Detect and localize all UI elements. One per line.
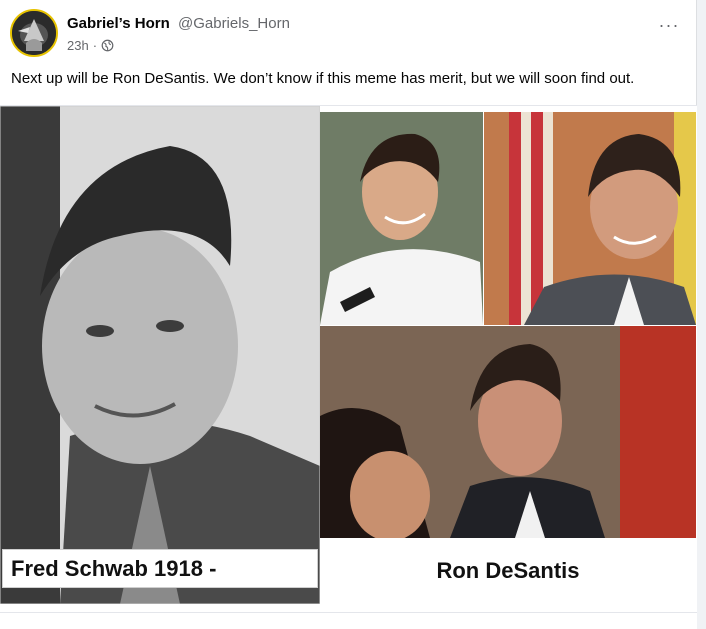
caption-right: Ron DeSantis xyxy=(320,538,696,604)
post-media[interactable]: Fred Schwab 1918 - Ron DeSantis xyxy=(0,105,697,613)
meta-separator: · xyxy=(92,38,98,53)
uniform-photo-art xyxy=(320,112,483,325)
profile-photo-art xyxy=(320,326,696,538)
caption-left: Fred Schwab 1918 - xyxy=(2,549,318,588)
left-portrait-photo xyxy=(0,106,320,604)
more-options-button[interactable]: ··· xyxy=(654,12,684,38)
avatar-statue-image xyxy=(12,11,56,55)
author-line: Gabriel’s Horn @Gabriels_Horn xyxy=(67,15,290,32)
post-text: Next up will be Ron DeSantis. We don’t k… xyxy=(11,70,635,87)
card-bottom-edge xyxy=(0,612,697,629)
author-name[interactable]: Gabriel’s Horn xyxy=(67,15,170,32)
left-portrait-art xyxy=(0,106,320,604)
uniform-photo xyxy=(320,112,483,325)
suit-flag-photo xyxy=(484,112,696,325)
post-meta: 23h · xyxy=(67,38,114,53)
author-avatar[interactable] xyxy=(10,9,58,57)
post-card: Gabriel’s Horn @Gabriels_Horn 23h · ··· … xyxy=(0,0,697,629)
profile-photo xyxy=(320,326,696,538)
post-timestamp[interactable]: 23h xyxy=(67,38,89,53)
author-handle[interactable]: @Gabriels_Horn xyxy=(178,15,290,32)
suit-flag-photo-art xyxy=(484,112,696,325)
globe-icon[interactable] xyxy=(101,39,114,52)
